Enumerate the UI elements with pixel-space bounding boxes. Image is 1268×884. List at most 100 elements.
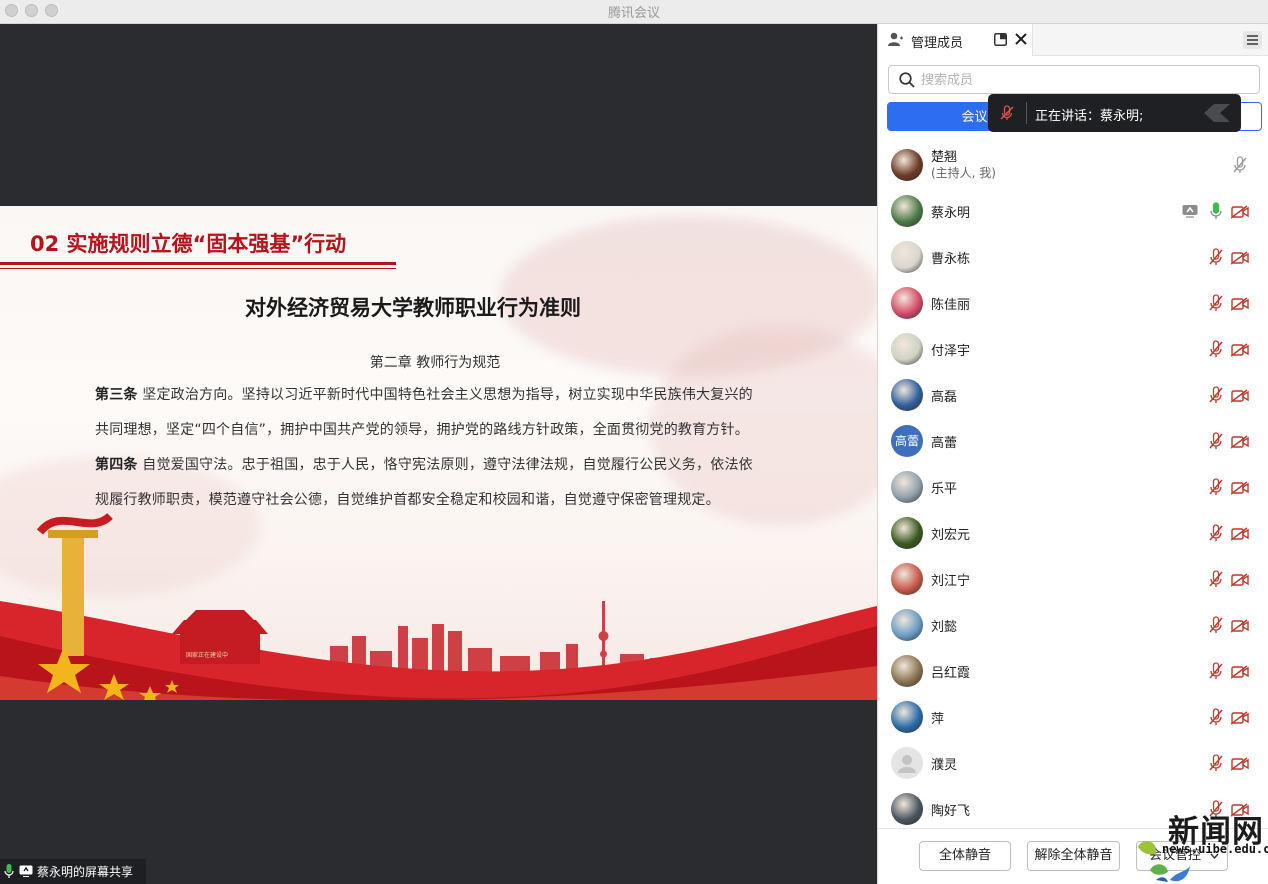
muted-microphone-icon[interactable] [1209,524,1227,542]
muted-microphone-icon[interactable] [1209,386,1227,404]
member-row[interactable]: 高磊 [878,372,1268,418]
avatar [891,379,923,411]
member-row[interactable]: 萍 [878,694,1268,740]
search-input[interactable] [921,71,1241,89]
camera-off-icon[interactable] [1230,572,1249,590]
muted-microphone-icon[interactable] [1209,708,1227,726]
presentation-slide: 02 实施规则立德“固本强基”行动 对外经济贸易大学教师职业行为准则 第二章 教… [0,206,877,700]
avatar [891,471,923,503]
member-name: 曹永栋 [931,252,971,267]
member-row[interactable]: 乐平 [878,464,1268,510]
muted-microphone-icon [1000,105,1014,120]
camera-off-icon[interactable] [1230,756,1249,774]
screen-share-icon [1182,203,1200,221]
microphone-icon [4,864,14,878]
member-name: 刘宏元 [931,528,971,543]
camera-off-icon[interactable] [1230,296,1249,314]
tab-label: 管理成员 [911,36,964,51]
member-name: 陈佳丽 [931,298,971,313]
avatar [891,149,923,181]
member-name: 蔡永明 [931,206,971,221]
window-title: 腾讯会议 [607,6,660,21]
speaking-toast: 正在讲话：蔡永明; [988,94,1241,132]
toast-badge-icon [1204,104,1230,122]
camera-off-icon[interactable] [1230,526,1249,544]
window-title-bar: 腾讯会议 [0,0,1268,24]
avatar [891,333,923,365]
muted-microphone-icon[interactable] [1209,432,1227,450]
camera-off-icon[interactable] [1230,388,1249,406]
avatar [891,793,923,825]
muted-microphone-icon[interactable] [1209,570,1227,588]
menu-icon[interactable] [1243,31,1262,49]
mute-all-button[interactable]: 全体静音 [919,841,1011,871]
muted-microphone-icon[interactable] [1209,478,1227,496]
muted-microphone-icon[interactable] [1209,616,1227,634]
member-row[interactable]: 刘宏元 [878,510,1268,556]
member-row[interactable]: 刘江宁 [878,556,1268,602]
avatar [891,241,923,273]
member-icon [888,32,903,46]
camera-off-icon[interactable] [1230,250,1249,268]
member-name: 濮灵 [931,758,958,773]
avatar [891,747,923,779]
avatar [891,517,923,549]
unmute-all-button[interactable]: 解除全体静音 [1027,841,1120,871]
close-panel-icon[interactable] [1015,33,1027,45]
member-row[interactable]: 濮灵 [878,740,1268,786]
microphone-icon[interactable] [1209,202,1227,220]
member-role: (主持人, 我) [931,166,996,180]
member-row[interactable]: 高蕾 高蕾 [878,418,1268,464]
camera-off-icon[interactable] [1230,342,1249,360]
muted-microphone-icon[interactable] [1209,248,1227,266]
camera-off-icon[interactable] [1230,664,1249,682]
member-row[interactable]: 刘懿 [878,602,1268,648]
avatar [891,701,923,733]
member-list: 楚翘 (主持人, 我) 蔡永明曹永栋陈佳丽付泽宇高磊高蕾 高蕾乐平刘宏元刘江宁刘懿吕红… [878,140,1268,828]
member-row[interactable]: 吕红霞 [878,648,1268,694]
panel-header: 管理成员 [878,24,1268,56]
member-name: 楚翘 [931,150,958,165]
screen-share-icon [19,865,33,877]
avatar [891,609,923,641]
camera-off-icon[interactable] [1230,710,1249,728]
member-row[interactable]: 蔡永明 [878,188,1268,234]
muted-microphone-icon[interactable] [1233,156,1251,174]
avatar: 高蕾 [891,425,923,457]
member-name: 刘懿 [931,620,958,635]
member-name: 高磊 [931,390,958,405]
search-icon [899,72,915,88]
banner-text: 国家正在建设中 [186,652,229,659]
muted-microphone-icon[interactable] [1209,294,1227,312]
screen-share-status: 蔡永明的屏幕共享 [0,859,146,884]
member-name: 刘江宁 [931,574,971,589]
pop-out-icon[interactable] [994,33,1007,46]
toast-separator [1026,102,1027,124]
member-row[interactable]: 楚翘 (主持人, 我) [878,142,1268,188]
member-name: 乐平 [931,482,958,497]
member-name: 萍 [931,712,945,727]
member-name: 吕红霞 [931,666,971,681]
member-row[interactable]: 付泽宇 [878,326,1268,372]
screen-share-label: 蔡永明的屏幕共享 [37,865,134,879]
camera-off-icon[interactable] [1230,204,1249,222]
tab-manage-members[interactable]: 管理成员 [878,24,1033,56]
avatar [891,655,923,687]
member-search[interactable] [888,65,1260,94]
camera-off-icon[interactable] [1230,434,1249,452]
slide-decoration-graphic [0,512,877,700]
member-row[interactable]: 陈佳丽 [878,280,1268,326]
muted-microphone-icon[interactable] [1209,340,1227,358]
camera-off-icon[interactable] [1230,480,1249,498]
member-name: 高蕾 [931,436,958,451]
member-row[interactable]: 曹永栋 [878,234,1268,280]
default-avatar-icon [898,755,916,773]
member-name: 陶好飞 [931,804,971,819]
muted-microphone-icon[interactable] [1209,754,1227,772]
muted-microphone-icon[interactable] [1209,662,1227,680]
speaking-text: 正在讲话：蔡永明; [1035,109,1144,124]
avatar [891,563,923,595]
shared-screen-stage: 02 实施规则立德“固本强基”行动 对外经济贸易大学教师职业行为准则 第二章 教… [0,24,877,884]
camera-off-icon[interactable] [1230,618,1249,636]
watermark-url: news.uibe.edu.cn [1162,842,1268,856]
